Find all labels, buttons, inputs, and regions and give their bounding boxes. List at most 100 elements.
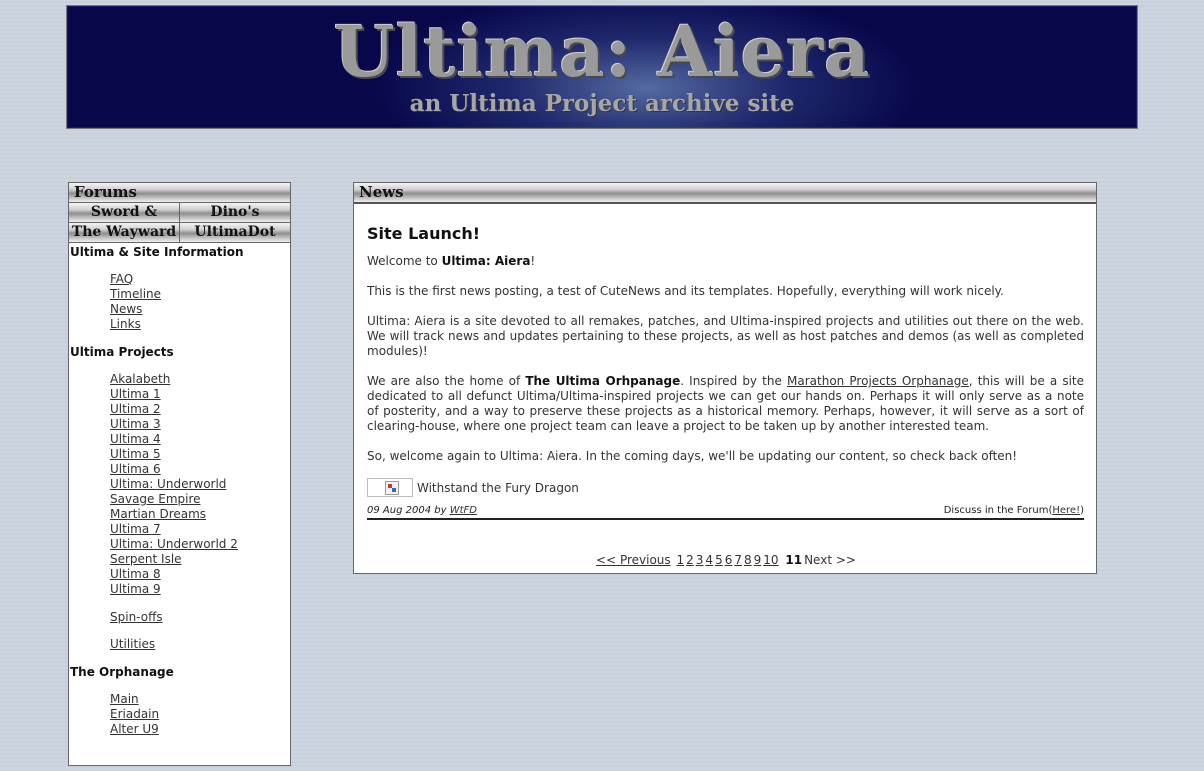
link-utilities[interactable]: Utilities: [110, 637, 155, 651]
previous-page-link[interactable]: << Previous: [596, 553, 671, 567]
section-heading-orphanage: The Orphanage: [70, 665, 174, 679]
page-link-2[interactable]: 2: [686, 553, 694, 567]
forums-header: Forums: [69, 183, 290, 203]
forum-row-2: The Wayward UltimaDot: [69, 223, 290, 243]
discuss-here-link[interactable]: Here!: [1052, 505, 1080, 516]
forum-link-sword-shield[interactable]: Sword & Shield: [69, 203, 180, 239]
list-item: Serpent Isle: [110, 552, 290, 567]
page-link-4[interactable]: 4: [705, 553, 713, 567]
page-link-5[interactable]: 5: [715, 553, 723, 567]
list-item: Ultima: Underworld 2: [110, 537, 290, 552]
link-spin-offs[interactable]: Spin-offs: [110, 610, 163, 624]
marathon-orphanage-link[interactable]: Marathon Projects Orphanage: [787, 374, 969, 388]
site-info-list: FAQ Timeline News Links: [70, 272, 290, 332]
link-ultima-underworld-2[interactable]: Ultima: Underworld 2: [110, 537, 238, 551]
orphanage-name: The Ultima Orhpanage: [525, 374, 681, 388]
page-link-1[interactable]: 1: [677, 553, 685, 567]
list-item: Utilities: [110, 637, 290, 652]
link-ultima-6[interactable]: Ultima 6: [110, 462, 161, 476]
broken-image-icon: [367, 478, 413, 497]
forum-row-1: Sword & Shield Dino's Forums: [69, 203, 290, 239]
link-eriadain[interactable]: Eriadain: [110, 707, 159, 721]
forum-link-dinos-forums[interactable]: Dino's Forums: [180, 203, 290, 239]
link-ultima-underworld[interactable]: Ultima: Underworld: [110, 477, 226, 491]
projects-list: Akalabeth Ultima 1 Ultima 2 Ultima 3 Ult…: [70, 372, 290, 597]
link-savage-empire[interactable]: Savage Empire: [110, 492, 201, 506]
para3-text-b: . Inspired by the: [680, 374, 788, 388]
forum-link-ultimadot[interactable]: UltimaDot: [180, 223, 290, 243]
news-header: News: [354, 183, 1096, 204]
article-date-author: 09 Aug 2004 by WtFD: [367, 505, 477, 516]
list-item: Alter U9: [110, 722, 290, 737]
list-item: Savage Empire: [110, 492, 290, 507]
news-header-label: News: [359, 183, 404, 201]
list-item: Ultima 3: [110, 417, 290, 432]
article-date: 09 Aug 2004 by: [367, 505, 450, 516]
page-link-3[interactable]: 3: [696, 553, 704, 567]
link-news[interactable]: News: [110, 302, 142, 316]
spinoffs-list: Spin-offs: [70, 610, 290, 625]
article-paragraph-2: Ultima: Aiera is a site devoted to all r…: [367, 314, 1084, 358]
page-link-10[interactable]: 10: [763, 553, 778, 567]
link-martian-dreams[interactable]: Martian Dreams: [110, 507, 206, 521]
link-ultima-4[interactable]: Ultima 4: [110, 432, 161, 446]
link-main[interactable]: Main: [110, 692, 139, 706]
link-ultima-7[interactable]: Ultima 7: [110, 522, 161, 536]
para3-text-a: We are also the home of: [367, 374, 526, 388]
page-link-8[interactable]: 8: [744, 553, 752, 567]
current-page: 11: [785, 553, 803, 567]
list-item: Ultima 1: [110, 387, 290, 402]
link-ultima-5[interactable]: Ultima 5: [110, 447, 161, 461]
utilities-list: Utilities: [70, 637, 290, 652]
discuss-prefix: Discuss in the Forum(: [943, 505, 1053, 516]
orphanage-list: Main Eriadain Alter U9: [70, 692, 290, 737]
forums-header-label: Forums: [74, 183, 137, 201]
list-item: News: [110, 302, 290, 317]
section-heading-projects: Ultima Projects: [70, 345, 174, 359]
sidebar: Forums Sword & Shield Dino's Forums The …: [68, 182, 291, 766]
welcome-prefix: Welcome to: [367, 254, 442, 268]
discuss-forum: Discuss in the Forum(Here!): [944, 505, 1084, 516]
page-link-9[interactable]: 9: [754, 553, 762, 567]
article-paragraph-4: So, welcome again to Ultima: Aiera. In t…: [367, 449, 1018, 463]
list-item: Martian Dreams: [110, 507, 290, 522]
pagination: << Previous 1 2 3 4 5 6 7 8 9 10 11 Next >>: [367, 553, 1084, 567]
link-ultima-9[interactable]: Ultima 9: [110, 582, 161, 596]
author-link[interactable]: WtFD: [450, 505, 477, 516]
welcome-suffix: !: [530, 254, 536, 268]
list-item: Spin-offs: [110, 610, 290, 625]
link-ultima-2[interactable]: Ultima 2: [110, 402, 161, 416]
link-ultima-8[interactable]: Ultima 8: [110, 567, 161, 581]
list-item: Eriadain: [110, 707, 290, 722]
page-link-7[interactable]: 7: [734, 553, 742, 567]
signature-text: Withstand the Fury Dragon: [417, 480, 579, 495]
link-ultima-3[interactable]: Ultima 3: [110, 417, 161, 431]
next-page-label: Next >>: [804, 553, 856, 567]
link-links[interactable]: Links: [110, 317, 141, 331]
list-item: Ultima 5: [110, 447, 290, 462]
news-article: Site Launch! Welcome to Ultima: Aiera! T…: [354, 224, 1096, 567]
list-item: Ultima 7: [110, 522, 290, 537]
section-heading-site-info: Ultima & Site Information: [70, 245, 244, 259]
link-akalabeth[interactable]: Akalabeth: [110, 372, 170, 386]
list-item: Main: [110, 692, 290, 707]
link-ultima-1[interactable]: Ultima 1: [110, 387, 161, 401]
article-meta: 09 Aug 2004 by WtFD Discuss in the Forum…: [367, 505, 1084, 520]
discuss-suffix: ): [1080, 505, 1084, 516]
list-item: Ultima: Underworld: [110, 477, 290, 492]
article-title: Site Launch!: [367, 224, 481, 243]
article-paragraph-1: This is the first news posting, a test o…: [367, 284, 1004, 298]
list-item: Akalabeth: [110, 372, 290, 387]
link-alter-u9[interactable]: Alter U9: [110, 722, 159, 736]
link-faq[interactable]: FAQ: [110, 272, 133, 286]
link-timeline[interactable]: Timeline: [110, 287, 161, 301]
link-serpent-isle[interactable]: Serpent Isle: [110, 552, 182, 566]
article-welcome: Welcome to Ultima: Aiera!: [367, 254, 1084, 269]
welcome-site-name: Ultima: Aiera: [441, 254, 531, 268]
list-item: Links: [110, 317, 290, 332]
list-item: Ultima 4: [110, 432, 290, 447]
list-item: FAQ: [110, 272, 290, 287]
forum-link-the-wayward[interactable]: The Wayward: [69, 223, 180, 243]
image-placeholder-icon: [385, 481, 399, 495]
page-link-6[interactable]: 6: [725, 553, 733, 567]
